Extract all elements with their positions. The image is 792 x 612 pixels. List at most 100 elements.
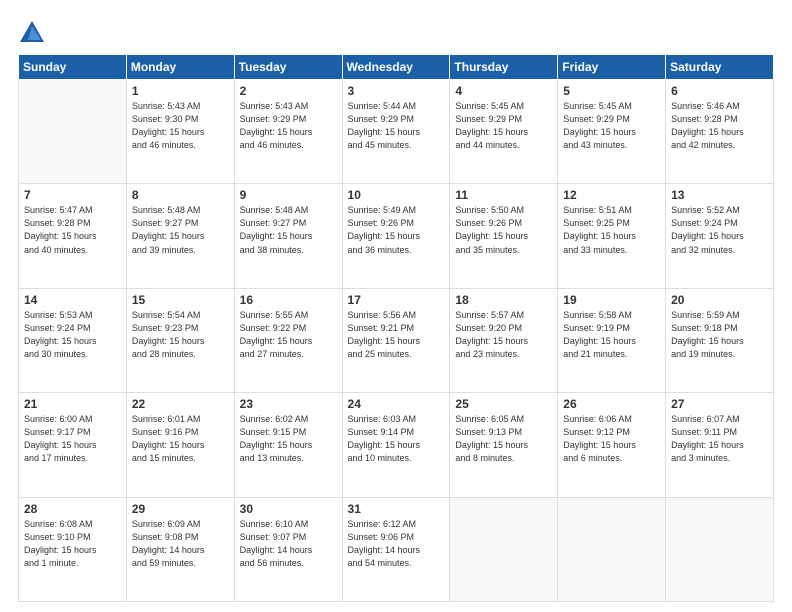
calendar-cell: 15 Sunrise: 5:54 AM Sunset: 9:23 PM Dayli…: [126, 288, 234, 392]
day-info: Sunrise: 6:08 AM Sunset: 9:10 PM Dayligh…: [24, 518, 121, 570]
calendar-cell: 12Sunrise: 5:51 AM Sunset: 9:25 PM Dayli…: [558, 184, 666, 288]
day-info: Sunrise: 6:03 AM Sunset: 9:14 PM Dayligh…: [348, 413, 445, 465]
weekday-header-thursday: Thursday: [450, 55, 558, 80]
weekday-header-monday: Monday: [126, 55, 234, 80]
calendar-cell: 29Sunrise: 6:09 AM Sunset: 9:08 PM Dayli…: [126, 497, 234, 601]
day-number: 4: [455, 84, 552, 98]
calendar-cell: 18 Sunrise: 5:57 AM Sunset: 9:20 PM Dayli…: [450, 288, 558, 392]
day-info: Sunrise: 6:10 AM Sunset: 9:07 PM Dayligh…: [240, 518, 337, 570]
calendar-cell: 26Sunrise: 6:06 AM Sunset: 9:12 PM Dayli…: [558, 393, 666, 497]
day-number: 9: [240, 188, 337, 202]
day-info: Sunrise: 5:43 AM Sunset: 9:29 PM Dayligh…: [240, 100, 337, 152]
day-info: Sunrise: 6:00 AM Sunset: 9:17 PM Dayligh…: [24, 413, 121, 465]
calendar-table: SundayMondayTuesdayWednesdayThursdayFrid…: [18, 54, 774, 602]
calendar-cell: 27 Sunrise: 6:07 AM Sunset: 9:11 PM Dayli…: [666, 393, 774, 497]
calendar-cell: 21 Sunrise: 6:00 AM Sunset: 9:17 PM Dayli…: [19, 393, 127, 497]
day-info: Sunrise: 5:44 AM Sunset: 9:29 PM Dayligh…: [348, 100, 445, 152]
calendar-week-2: 7Sunrise: 5:47 AM Sunset: 9:28 PM Daylig…: [19, 184, 774, 288]
calendar-header: SundayMondayTuesdayWednesdayThursdayFrid…: [19, 55, 774, 80]
day-number: 30: [240, 502, 337, 516]
day-number: 16: [240, 293, 337, 307]
day-info: Sunrise: 5:57 AM Sunset: 9:20 PM Dayligh…: [455, 309, 552, 361]
day-number: 3: [348, 84, 445, 98]
calendar-cell: 31 Sunrise: 6:12 AM Sunset: 9:06 PM Dayli…: [342, 497, 450, 601]
weekday-header-wednesday: Wednesday: [342, 55, 450, 80]
calendar-cell: 20 Sunrise: 5:59 AM Sunset: 9:18 PM Dayli…: [666, 288, 774, 392]
day-info: Sunrise: 6:01 AM Sunset: 9:16 PM Dayligh…: [132, 413, 229, 465]
calendar-cell: 28 Sunrise: 6:08 AM Sunset: 9:10 PM Dayli…: [19, 497, 127, 601]
calendar-cell: [450, 497, 558, 601]
day-info: Sunrise: 5:56 AM Sunset: 9:21 PM Dayligh…: [348, 309, 445, 361]
calendar-cell: 14 Sunrise: 5:53 AM Sunset: 9:24 PM Dayli…: [19, 288, 127, 392]
day-number: 6: [671, 84, 768, 98]
day-number: 21: [24, 397, 121, 411]
day-number: 10: [348, 188, 445, 202]
day-info: Sunrise: 6:12 AM Sunset: 9:06 PM Dayligh…: [348, 518, 445, 570]
day-number: 24: [348, 397, 445, 411]
day-number: 19: [563, 293, 660, 307]
header: [18, 18, 774, 46]
day-number: 27: [671, 397, 768, 411]
calendar-week-1: 1 Sunrise: 5:43 AM Sunset: 9:30 PM Daylig…: [19, 80, 774, 184]
calendar-cell: 30 Sunrise: 6:10 AM Sunset: 9:07 PM Dayli…: [234, 497, 342, 601]
weekday-header-tuesday: Tuesday: [234, 55, 342, 80]
day-info: Sunrise: 5:46 AM Sunset: 9:28 PM Dayligh…: [671, 100, 768, 152]
calendar-week-3: 14 Sunrise: 5:53 AM Sunset: 9:24 PM Dayli…: [19, 288, 774, 392]
day-number: 25: [455, 397, 552, 411]
calendar-week-5: 28 Sunrise: 6:08 AM Sunset: 9:10 PM Dayli…: [19, 497, 774, 601]
calendar-body: 1 Sunrise: 5:43 AM Sunset: 9:30 PM Daylig…: [19, 80, 774, 602]
day-number: 31: [348, 502, 445, 516]
calendar-cell: 1 Sunrise: 5:43 AM Sunset: 9:30 PM Daylig…: [126, 80, 234, 184]
logo-icon: [18, 18, 46, 46]
day-number: 17: [348, 293, 445, 307]
day-number: 26: [563, 397, 660, 411]
day-info: Sunrise: 5:48 AM Sunset: 9:27 PM Dayligh…: [240, 204, 337, 256]
day-number: 20: [671, 293, 768, 307]
calendar-cell: 19 Sunrise: 5:58 AM Sunset: 9:19 PM Dayli…: [558, 288, 666, 392]
calendar-cell: 7Sunrise: 5:47 AM Sunset: 9:28 PM Daylig…: [19, 184, 127, 288]
calendar-cell: 6 Sunrise: 5:46 AM Sunset: 9:28 PM Daylig…: [666, 80, 774, 184]
day-number: 14: [24, 293, 121, 307]
day-info: Sunrise: 5:54 AM Sunset: 9:23 PM Dayligh…: [132, 309, 229, 361]
calendar-cell: [666, 497, 774, 601]
calendar-cell: 5 Sunrise: 5:45 AM Sunset: 9:29 PM Daylig…: [558, 80, 666, 184]
day-info: Sunrise: 5:45 AM Sunset: 9:29 PM Dayligh…: [563, 100, 660, 152]
day-info: Sunrise: 5:47 AM Sunset: 9:28 PM Dayligh…: [24, 204, 121, 256]
calendar-cell: 25 Sunrise: 6:05 AM Sunset: 9:13 PM Dayli…: [450, 393, 558, 497]
weekday-row: SundayMondayTuesdayWednesdayThursdayFrid…: [19, 55, 774, 80]
day-info: Sunrise: 5:58 AM Sunset: 9:19 PM Dayligh…: [563, 309, 660, 361]
day-info: Sunrise: 5:59 AM Sunset: 9:18 PM Dayligh…: [671, 309, 768, 361]
day-number: 1: [132, 84, 229, 98]
day-info: Sunrise: 5:48 AM Sunset: 9:27 PM Dayligh…: [132, 204, 229, 256]
weekday-header-sunday: Sunday: [19, 55, 127, 80]
day-info: Sunrise: 5:55 AM Sunset: 9:22 PM Dayligh…: [240, 309, 337, 361]
day-number: 13: [671, 188, 768, 202]
day-info: Sunrise: 5:49 AM Sunset: 9:26 PM Dayligh…: [348, 204, 445, 256]
day-number: 18: [455, 293, 552, 307]
calendar-page: SundayMondayTuesdayWednesdayThursdayFrid…: [0, 0, 792, 612]
calendar-cell: 23Sunrise: 6:02 AM Sunset: 9:15 PM Dayli…: [234, 393, 342, 497]
calendar-cell: 17 Sunrise: 5:56 AM Sunset: 9:21 PM Dayli…: [342, 288, 450, 392]
weekday-header-friday: Friday: [558, 55, 666, 80]
day-number: 12: [563, 188, 660, 202]
day-number: 28: [24, 502, 121, 516]
calendar-cell: 9 Sunrise: 5:48 AM Sunset: 9:27 PM Daylig…: [234, 184, 342, 288]
day-number: 15: [132, 293, 229, 307]
day-info: Sunrise: 5:43 AM Sunset: 9:30 PM Dayligh…: [132, 100, 229, 152]
calendar-cell: 4Sunrise: 5:45 AM Sunset: 9:29 PM Daylig…: [450, 80, 558, 184]
day-number: 5: [563, 84, 660, 98]
calendar-cell: 3 Sunrise: 5:44 AM Sunset: 9:29 PM Daylig…: [342, 80, 450, 184]
logo: [18, 18, 50, 46]
day-number: 11: [455, 188, 552, 202]
day-info: Sunrise: 5:50 AM Sunset: 9:26 PM Dayligh…: [455, 204, 552, 256]
day-info: Sunrise: 6:09 AM Sunset: 9:08 PM Dayligh…: [132, 518, 229, 570]
calendar-cell: 22Sunrise: 6:01 AM Sunset: 9:16 PM Dayli…: [126, 393, 234, 497]
day-number: 23: [240, 397, 337, 411]
day-info: Sunrise: 5:52 AM Sunset: 9:24 PM Dayligh…: [671, 204, 768, 256]
day-info: Sunrise: 6:07 AM Sunset: 9:11 PM Dayligh…: [671, 413, 768, 465]
calendar-cell: [558, 497, 666, 601]
day-info: Sunrise: 5:53 AM Sunset: 9:24 PM Dayligh…: [24, 309, 121, 361]
day-info: Sunrise: 6:05 AM Sunset: 9:13 PM Dayligh…: [455, 413, 552, 465]
calendar-cell: 24 Sunrise: 6:03 AM Sunset: 9:14 PM Dayli…: [342, 393, 450, 497]
day-number: 2: [240, 84, 337, 98]
